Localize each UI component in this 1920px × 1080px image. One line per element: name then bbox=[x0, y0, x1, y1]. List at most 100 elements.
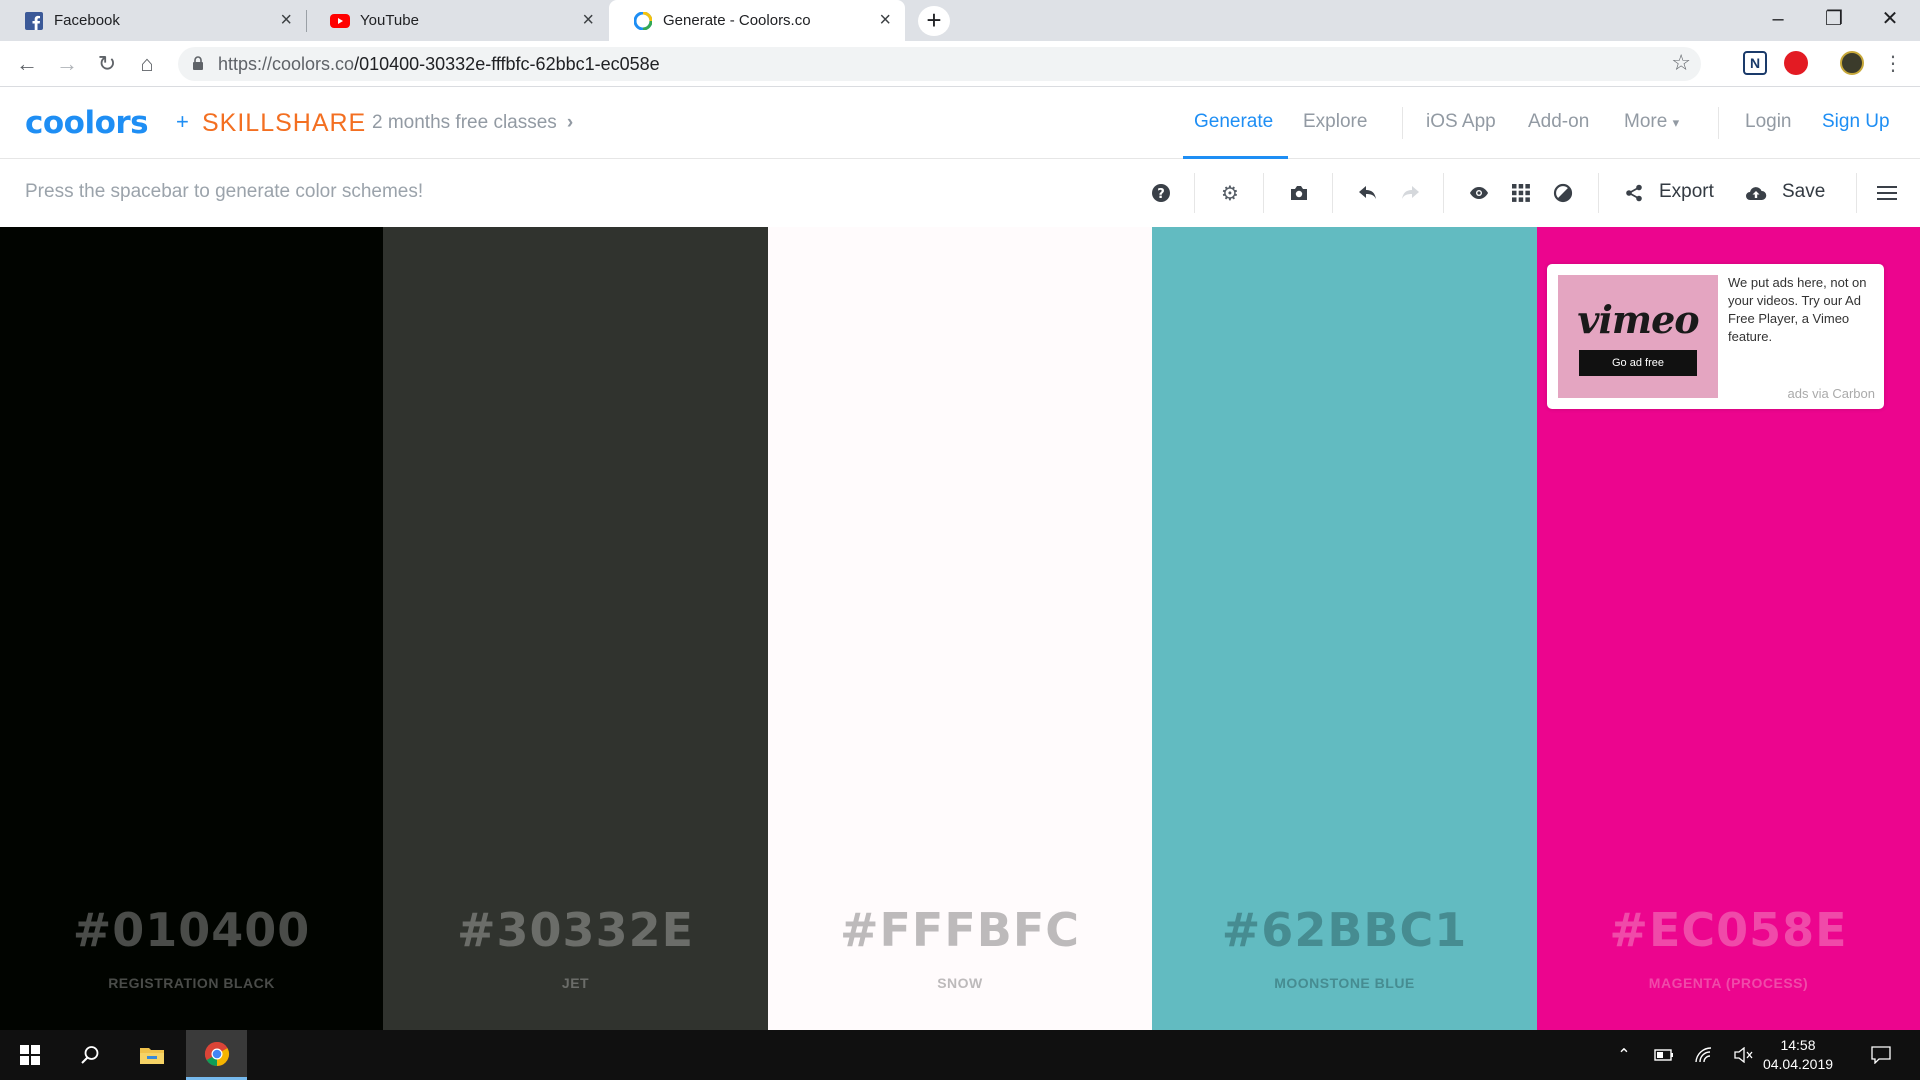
carbon-ad[interactable]: vimeo Go ad free We put ads here, not on… bbox=[1547, 264, 1884, 409]
youtube-icon bbox=[330, 11, 350, 31]
lock-icon bbox=[193, 56, 203, 70]
skillshare-logo[interactable]: SKILLSHARE bbox=[202, 109, 366, 138]
divider bbox=[1718, 107, 1719, 139]
windows-taskbar: ⌃ 14:58 04.04.2019 bbox=[0, 1030, 1920, 1080]
color-swatch[interactable]: #FFFBFC SNOW bbox=[768, 227, 1152, 1030]
extension-n-icon[interactable]: N bbox=[1743, 51, 1767, 75]
vimeo-logo: vimeo bbox=[1577, 297, 1699, 342]
nav-generate[interactable]: Generate bbox=[1194, 111, 1273, 133]
chrome-taskbar-icon[interactable] bbox=[186, 1030, 247, 1080]
nav-more[interactable]: More ▾ bbox=[1624, 111, 1679, 133]
divider bbox=[1402, 107, 1403, 139]
hex-code[interactable]: #62BBC1 bbox=[1152, 903, 1537, 957]
minimize-icon[interactable]: – bbox=[1748, 0, 1808, 41]
divider bbox=[1598, 173, 1599, 213]
cloud-upload-icon[interactable] bbox=[1744, 181, 1768, 205]
color-name: SNOW bbox=[937, 975, 983, 991]
settings-gear-icon[interactable]: ⚙ bbox=[1218, 181, 1242, 205]
tab-facebook[interactable]: Facebook × bbox=[0, 0, 306, 41]
hex-code[interactable]: #30332E bbox=[383, 903, 768, 957]
back-arrow-icon[interactable]: ← bbox=[12, 49, 42, 79]
battery-icon[interactable] bbox=[1644, 1030, 1684, 1080]
export-button[interactable]: Export bbox=[1659, 181, 1714, 203]
new-tab-button[interactable]: + bbox=[918, 6, 950, 36]
hex-code[interactable]: #FFFBFC bbox=[768, 903, 1152, 957]
chevron-up-icon[interactable]: ⌃ bbox=[1604, 1030, 1644, 1080]
adjust-contrast-icon[interactable] bbox=[1551, 181, 1575, 205]
plus-sign: + bbox=[176, 109, 189, 134]
undo-icon[interactable] bbox=[1356, 181, 1380, 205]
coolors-logo[interactable]: coolors bbox=[25, 105, 149, 141]
tab-youtube[interactable]: YouTube × bbox=[306, 0, 608, 41]
bookmark-star-icon[interactable]: ☆ bbox=[1671, 50, 1691, 76]
reload-icon[interactable]: ↻ bbox=[92, 49, 122, 79]
clock-date: 04.04.2019 bbox=[1762, 1056, 1834, 1072]
tab-title: YouTube bbox=[360, 12, 419, 29]
tab-coolors[interactable]: Generate - Coolors.co × bbox=[609, 0, 905, 41]
promo-link[interactable]: 2 months free classes › bbox=[372, 112, 573, 134]
tab-title: Generate - Coolors.co bbox=[663, 12, 811, 29]
divider bbox=[1332, 173, 1333, 213]
color-swatch[interactable]: #010400 REGISTRATION BLACK bbox=[0, 227, 383, 1030]
save-button[interactable]: Save bbox=[1782, 181, 1825, 203]
color-swatch[interactable]: #62BBC1 MOONSTONE BLUE bbox=[1152, 227, 1537, 1030]
url-text: https://coolors.co/010400-30332e-fffbfc-… bbox=[218, 54, 660, 74]
address-bar[interactable]: https://coolors.co/010400-30332e-fffbfc-… bbox=[178, 47, 1701, 81]
eye-icon[interactable] bbox=[1467, 181, 1491, 205]
ads-via-carbon-link[interactable]: ads via Carbon bbox=[1788, 386, 1875, 401]
divider bbox=[1194, 173, 1195, 213]
login-link[interactable]: Login bbox=[1745, 111, 1792, 133]
divider bbox=[1856, 173, 1857, 213]
chevron-down-icon: ▾ bbox=[1672, 115, 1680, 130]
profile-avatar[interactable] bbox=[1840, 51, 1864, 75]
windows-start-icon[interactable] bbox=[6, 1030, 54, 1080]
site-header: coolors + SKILLSHARE 2 months free class… bbox=[0, 87, 1920, 159]
coolors-favicon-icon bbox=[633, 11, 653, 31]
signup-link[interactable]: Sign Up bbox=[1822, 111, 1890, 133]
help-icon[interactable]: ? bbox=[1149, 181, 1173, 205]
clock-time: 14:58 bbox=[1780, 1037, 1816, 1053]
adblock-icon[interactable] bbox=[1784, 51, 1808, 75]
hamburger-menu-icon[interactable] bbox=[1875, 181, 1899, 205]
close-icon[interactable]: × bbox=[582, 10, 594, 30]
home-icon[interactable]: ⌂ bbox=[132, 49, 162, 79]
facebook-icon bbox=[24, 11, 44, 31]
notifications-icon[interactable] bbox=[1856, 1030, 1906, 1080]
svg-text:?: ? bbox=[1157, 187, 1165, 202]
color-swatch[interactable]: #30332E JET bbox=[383, 227, 768, 1030]
hex-code[interactable]: #EC058E bbox=[1537, 903, 1920, 957]
share-icon[interactable] bbox=[1622, 181, 1646, 205]
browser-menu-icon[interactable]: ⋮ bbox=[1878, 49, 1908, 79]
grid-icon[interactable] bbox=[1509, 181, 1533, 205]
browser-toolbar: ← → ↻ ⌂ https://coolors.co/010400-30332e… bbox=[0, 41, 1920, 87]
chevron-right-icon: › bbox=[566, 112, 574, 133]
system-clock[interactable]: 14:58 04.04.2019 bbox=[1758, 1036, 1838, 1074]
wifi-icon[interactable] bbox=[1684, 1030, 1724, 1080]
ad-image[interactable]: vimeo Go ad free bbox=[1558, 275, 1718, 398]
color-name: MOONSTONE BLUE bbox=[1274, 975, 1415, 991]
hex-code[interactable]: #010400 bbox=[0, 903, 383, 957]
forward-arrow-icon[interactable]: → bbox=[52, 49, 82, 79]
go-ad-free-button[interactable]: Go ad free bbox=[1579, 350, 1697, 376]
restore-icon[interactable]: ❐ bbox=[1804, 0, 1864, 41]
divider bbox=[1263, 173, 1264, 213]
nav-explore[interactable]: Explore bbox=[1303, 111, 1367, 133]
nav-ios-app[interactable]: iOS App bbox=[1426, 111, 1496, 133]
browser-tabstrip: Facebook × YouTube × Generate - Coolors.… bbox=[0, 0, 1920, 41]
generator-toolbar: Press the spacebar to generate color sch… bbox=[0, 159, 1920, 227]
divider bbox=[1443, 173, 1444, 213]
window-close-icon[interactable]: ✕ bbox=[1860, 0, 1920, 41]
file-explorer-icon[interactable] bbox=[128, 1030, 176, 1080]
close-icon[interactable]: × bbox=[879, 10, 891, 30]
search-icon[interactable] bbox=[66, 1030, 114, 1080]
spacebar-hint: Press the spacebar to generate color sch… bbox=[25, 181, 424, 202]
camera-icon[interactable] bbox=[1287, 181, 1311, 205]
close-icon[interactable]: × bbox=[280, 10, 292, 30]
tab-title: Facebook bbox=[54, 12, 120, 29]
ad-text[interactable]: We put ads here, not on your videos. Try… bbox=[1728, 274, 1876, 346]
color-name: MAGENTA (PROCESS) bbox=[1648, 975, 1809, 991]
color-name: JET bbox=[561, 975, 590, 991]
color-name: REGISTRATION BLACK bbox=[108, 975, 275, 991]
redo-icon[interactable] bbox=[1398, 181, 1422, 205]
nav-addon[interactable]: Add-on bbox=[1528, 111, 1589, 133]
